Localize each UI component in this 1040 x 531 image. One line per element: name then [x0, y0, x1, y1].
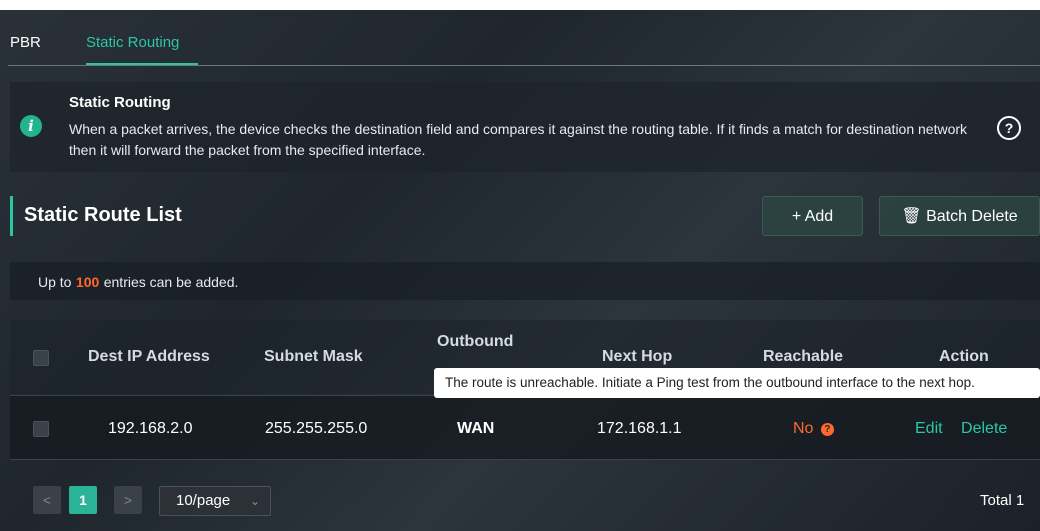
total-count: Total 1 [980, 492, 1025, 509]
info-icon: i [20, 115, 42, 137]
next-page-button[interactable]: > [114, 486, 142, 514]
tab-pbr[interactable]: PBR [10, 34, 41, 51]
tab-divider [8, 65, 1040, 66]
header-action: Action [939, 348, 989, 365]
select-all-checkbox[interactable] [33, 350, 49, 366]
row-checkbox[interactable] [33, 421, 49, 437]
tab-bar: PBR Static Routing [0, 10, 1040, 66]
note-suffix: entries can be added. [103, 274, 239, 290]
info-title: Static Routing [69, 94, 171, 111]
cell-reachable: No ? [793, 420, 834, 438]
header-reachable: Reachable [763, 348, 844, 365]
reachable-status: No [793, 420, 814, 437]
page-1-button[interactable]: 1 [69, 486, 97, 514]
header-dest-ip: Dest IP Address [88, 348, 210, 365]
unreachable-warning-icon[interactable]: ? [820, 423, 834, 436]
note-count: 100 [75, 274, 100, 290]
edit-link[interactable]: Edit [915, 420, 943, 437]
info-text: When a packet arrives, the device checks… [69, 121, 968, 158]
add-button[interactable]: + Add [762, 196, 863, 236]
pagination: < 1 > 10/page ⌄ Total 1 [0, 474, 1040, 520]
tab-static-routing[interactable]: Static Routing [86, 34, 179, 51]
cell-dest-ip: 192.168.2.0 [108, 420, 193, 437]
header-next-hop: Next Hop [602, 348, 673, 365]
page-size-value: 10/page [176, 492, 231, 509]
chevron-down-icon: ⌄ [249, 494, 260, 508]
cell-subnet-mask: 255.255.255.0 [265, 420, 368, 437]
section-accent-bar [10, 196, 13, 236]
top-band [0, 0, 1040, 10]
page-size-select[interactable]: 10/page ⌄ [159, 486, 271, 516]
table-row: 192.168.2.0 255.255.255.0 WAN 172.168.1.… [10, 395, 1040, 460]
cell-actions: Edit Delete [915, 420, 1007, 438]
help-icon[interactable]: ? [997, 116, 1021, 140]
note-prefix: Up to [38, 274, 72, 290]
header-subnet-mask: Subnet Mask [264, 348, 363, 365]
entry-limit-note: Up to 100 entries can be added. [10, 262, 1040, 300]
batch-delete-button[interactable]: 🗑 Batch Delete [879, 196, 1040, 236]
header-outbound: Outbound [437, 333, 514, 350]
delete-link[interactable]: Delete [961, 420, 1007, 437]
prev-page-button[interactable]: < [33, 486, 61, 514]
unreachable-tooltip: The route is unreachable. Initiate a Pin… [434, 368, 1040, 398]
section-title: Static Route List [24, 204, 182, 226]
cell-next-hop: 172.168.1.1 [597, 420, 682, 437]
info-banner: i Static Routing When a packet arrives, … [10, 82, 1040, 172]
cell-outbound: WAN [457, 420, 495, 437]
